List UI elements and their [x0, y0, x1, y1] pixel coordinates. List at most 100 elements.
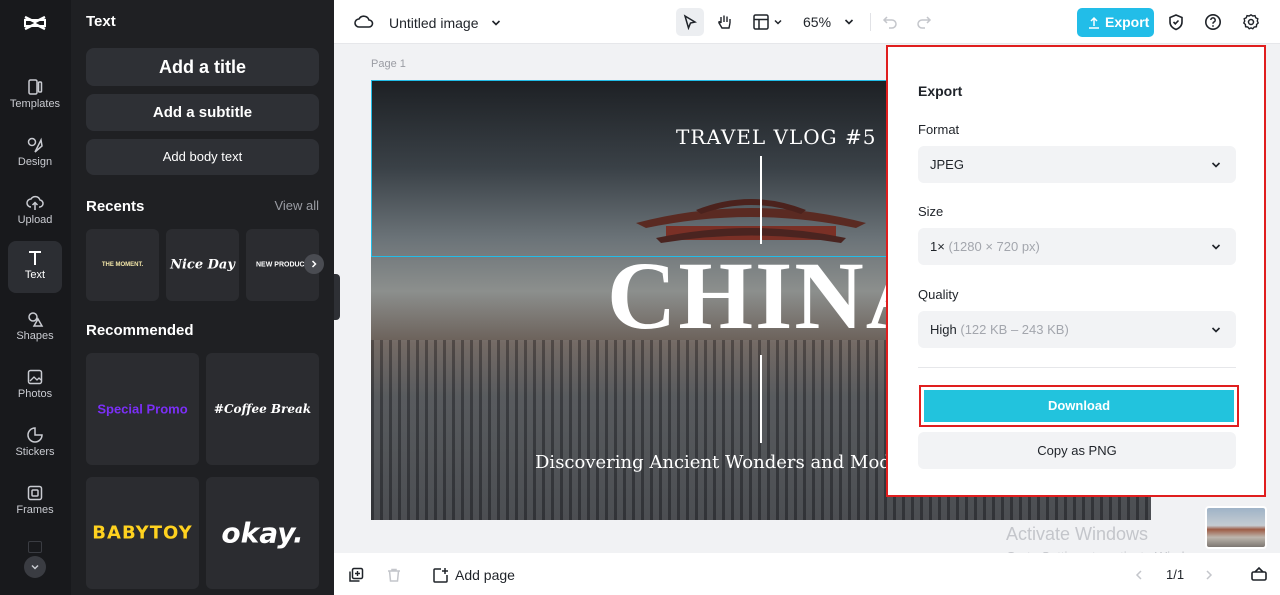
page-thumbnail[interactable] — [1205, 506, 1267, 549]
recommended-tile-text: Special Promo — [97, 401, 188, 417]
format-value: JPEG — [930, 157, 964, 172]
format-select[interactable]: JPEG — [918, 146, 1236, 183]
chevron-down-icon[interactable] — [843, 16, 855, 28]
panel-title: Text — [86, 13, 116, 30]
activate-windows-title: Activate Windows — [1006, 524, 1149, 544]
recents-next-button[interactable] — [304, 254, 324, 274]
add-subtitle-button[interactable]: Add a subtitle — [86, 94, 319, 131]
left-rail: Templates Design Upload Text Shapes Phot… — [0, 0, 71, 595]
chevron-down-icon[interactable] — [490, 17, 502, 29]
chevron-down-icon — [1211, 244, 1221, 250]
design-icon — [27, 137, 43, 153]
download-highlight: Download — [919, 385, 1239, 427]
export-panel-title: Export — [918, 83, 963, 99]
redo-icon[interactable] — [916, 14, 932, 30]
rail-item-templates[interactable]: Templates — [8, 70, 62, 122]
quality-hint: (122 KB – 243 KB) — [960, 322, 1069, 337]
bottom-bar: Add page 1/1 — [334, 553, 1280, 595]
export-button[interactable]: Export — [1077, 8, 1154, 37]
rail-item-photos[interactable]: Photos — [8, 360, 62, 412]
rail-item-text[interactable]: Text — [8, 241, 62, 293]
zoom-level[interactable]: 65% — [803, 14, 831, 30]
quality-select[interactable]: High (122 KB – 243 KB) — [918, 311, 1236, 348]
chevron-right-icon — [311, 260, 317, 268]
chevron-down-icon[interactable] — [773, 17, 783, 27]
upload-icon — [1089, 16, 1099, 29]
trash-icon[interactable] — [386, 567, 402, 583]
top-bar: Untitled image 65% Export — [334, 0, 1280, 44]
rail-label: Stickers — [15, 446, 55, 458]
templates-icon — [28, 79, 43, 95]
gear-icon[interactable] — [1242, 13, 1260, 31]
recommended-tile-text: okay. — [221, 516, 304, 550]
copy-as-png-button[interactable]: Copy as PNG — [918, 432, 1236, 469]
capcut-logo-icon[interactable] — [22, 10, 48, 36]
stickers-icon — [27, 427, 43, 443]
size-select[interactable]: 1× (1280 × 720 px) — [918, 228, 1236, 265]
recent-tile[interactable]: Nice Day — [166, 229, 239, 301]
undo-icon[interactable] — [882, 14, 898, 30]
size-hint: (1280 × 720 px) — [948, 239, 1040, 254]
document-title[interactable]: Untitled image — [389, 15, 479, 31]
recommended-tile-text: BABYTOY — [92, 522, 193, 544]
layout-icon[interactable] — [752, 13, 770, 31]
rail-item-design[interactable]: Design — [8, 128, 62, 180]
page-count: 1/1 — [1166, 567, 1185, 582]
chevron-right-icon[interactable] — [1204, 569, 1214, 581]
duplicate-page-icon[interactable] — [348, 567, 364, 583]
pages-panel-icon[interactable] — [1250, 566, 1268, 582]
add-body-text-button[interactable]: Add body text — [86, 139, 319, 175]
add-page-icon[interactable] — [432, 567, 449, 584]
rail-item-frames[interactable]: Frames — [8, 476, 62, 528]
recommended-tile[interactable]: #Coffee Break — [206, 353, 319, 465]
hand-icon[interactable] — [716, 13, 734, 31]
recommended-tile[interactable]: Special Promo — [86, 353, 199, 465]
rail-label: Design — [17, 156, 53, 168]
recommended-heading: Recommended — [86, 322, 194, 339]
select-tool-button[interactable] — [676, 8, 704, 36]
export-button-label: Export — [1105, 14, 1150, 30]
export-divider — [918, 367, 1236, 368]
rail-label: Templates — [9, 98, 61, 110]
help-icon[interactable] — [1204, 13, 1222, 31]
rail-item-shapes[interactable]: Shapes — [8, 302, 62, 354]
rail-label: Frames — [16, 504, 54, 516]
text-panel: Text Add a title Add a subtitle Add body… — [71, 0, 334, 595]
recommended-tile[interactable]: BABYTOY — [86, 477, 199, 589]
recommended-tile-text: #Coffee Break — [213, 402, 312, 416]
rail-item-stickers[interactable]: Stickers — [8, 418, 62, 470]
cursor-icon — [683, 14, 697, 31]
cloud-icon[interactable] — [354, 13, 374, 31]
divider-line — [760, 355, 762, 443]
recent-tile[interactable]: THE MOMENT. — [86, 229, 159, 301]
subtitle-text[interactable]: Discovering Ancient Wonders and Modern — [535, 452, 922, 473]
format-label: Format — [918, 122, 960, 137]
recent-tile-text: THE MOMENT. — [101, 262, 144, 268]
view-all-link[interactable]: View all — [274, 198, 319, 213]
rail-expand-button[interactable] — [24, 556, 46, 578]
page-label: Page 1 — [371, 58, 406, 70]
add-page-button[interactable]: Add page — [455, 567, 515, 583]
shapes-icon — [28, 312, 44, 327]
download-button[interactable]: Download — [924, 390, 1234, 422]
recommended-tile[interactable]: okay. — [206, 477, 319, 589]
more-apps-icon — [28, 541, 42, 553]
size-label: Size — [918, 204, 944, 219]
travel-vlog-text[interactable]: TRAVEL VLOG #5 — [676, 125, 876, 149]
export-panel: Export Format JPEG Size 1× (1280 × 720 p… — [886, 45, 1266, 497]
shield-icon[interactable] — [1167, 13, 1185, 31]
add-title-button[interactable]: Add a title — [86, 48, 319, 86]
recents-heading: Recents — [86, 198, 145, 215]
selection-box[interactable] — [371, 80, 890, 257]
size-value: 1× — [930, 239, 945, 254]
upload-icon — [26, 195, 44, 210]
toolbar-divider — [870, 13, 871, 31]
photos-icon — [27, 369, 43, 385]
quality-value: High — [930, 322, 957, 337]
chevron-left-icon[interactable] — [1134, 569, 1144, 581]
panel-collapse-handle[interactable] — [334, 274, 340, 320]
chevron-down-icon — [1211, 327, 1221, 333]
rail-label: Upload — [17, 214, 53, 226]
frames-icon — [27, 485, 43, 501]
rail-item-upload[interactable]: Upload — [8, 186, 62, 238]
